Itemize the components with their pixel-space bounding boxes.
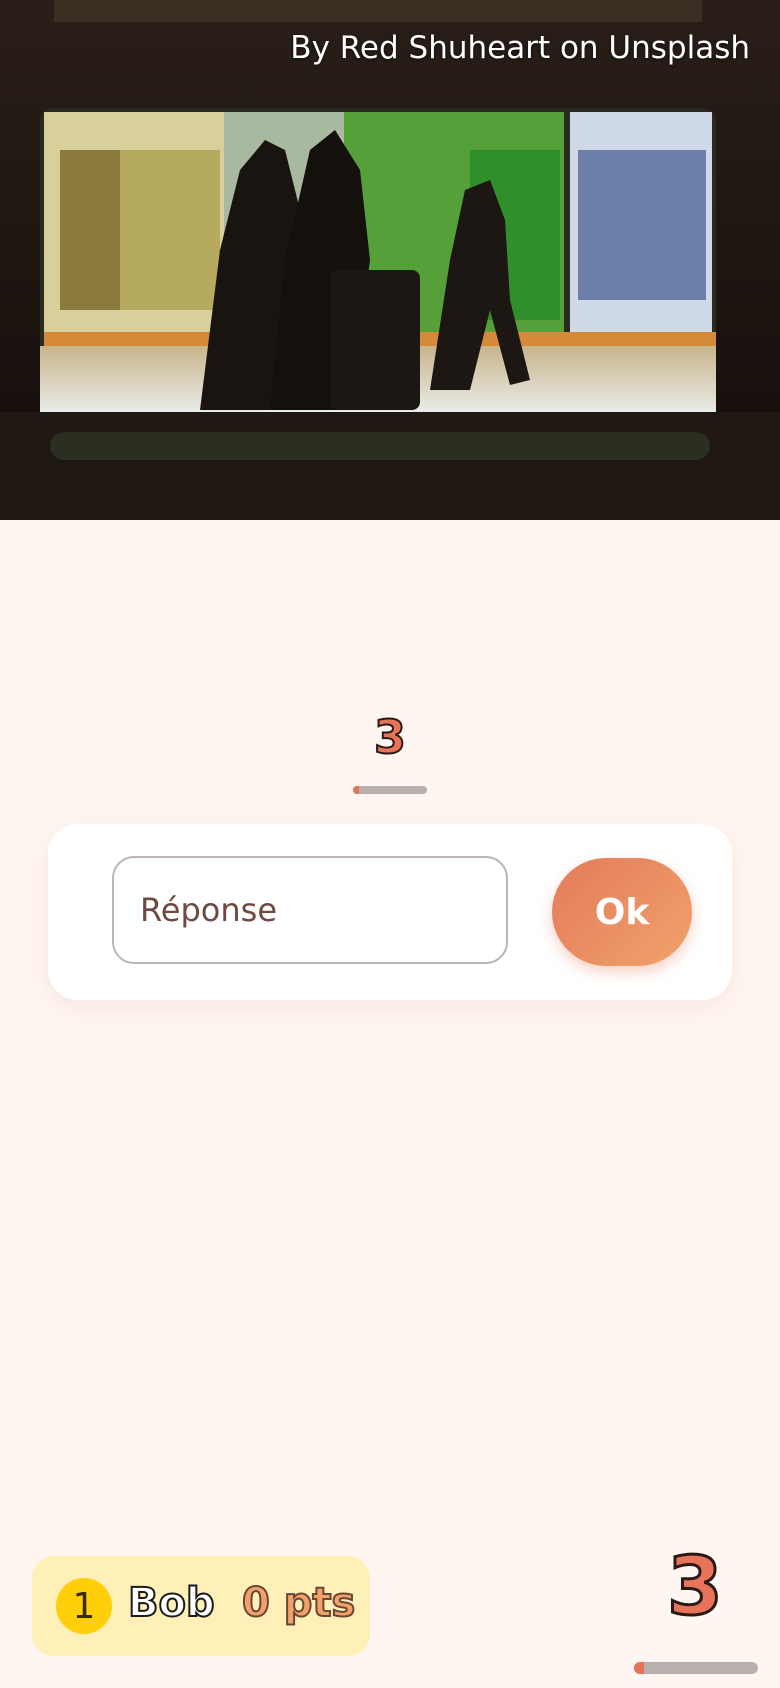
- timer-progress-fill: [634, 1662, 644, 1674]
- player-points: 0 pts: [241, 1579, 356, 1627]
- round-number: 3: [373, 709, 407, 765]
- round-progress-fill: [353, 786, 359, 794]
- player-name: Bob: [127, 1579, 216, 1627]
- question-photo: By Red Shuheart on Unsplash: [0, 0, 780, 520]
- answer-input[interactable]: [112, 856, 508, 964]
- timer-progress-bar: [634, 1662, 758, 1674]
- photo-illustration: [0, 0, 780, 520]
- photo-credit: By Red Shuheart on Unsplash: [290, 30, 750, 66]
- answer-card: Ok: [48, 824, 732, 1000]
- rank-badge: 1: [56, 1578, 112, 1634]
- timer-count: 3: [666, 1539, 725, 1635]
- round-progress-bar: [353, 786, 427, 794]
- submit-button[interactable]: Ok: [552, 858, 692, 966]
- player-score-card: 1 Bob 0 pts: [32, 1556, 370, 1656]
